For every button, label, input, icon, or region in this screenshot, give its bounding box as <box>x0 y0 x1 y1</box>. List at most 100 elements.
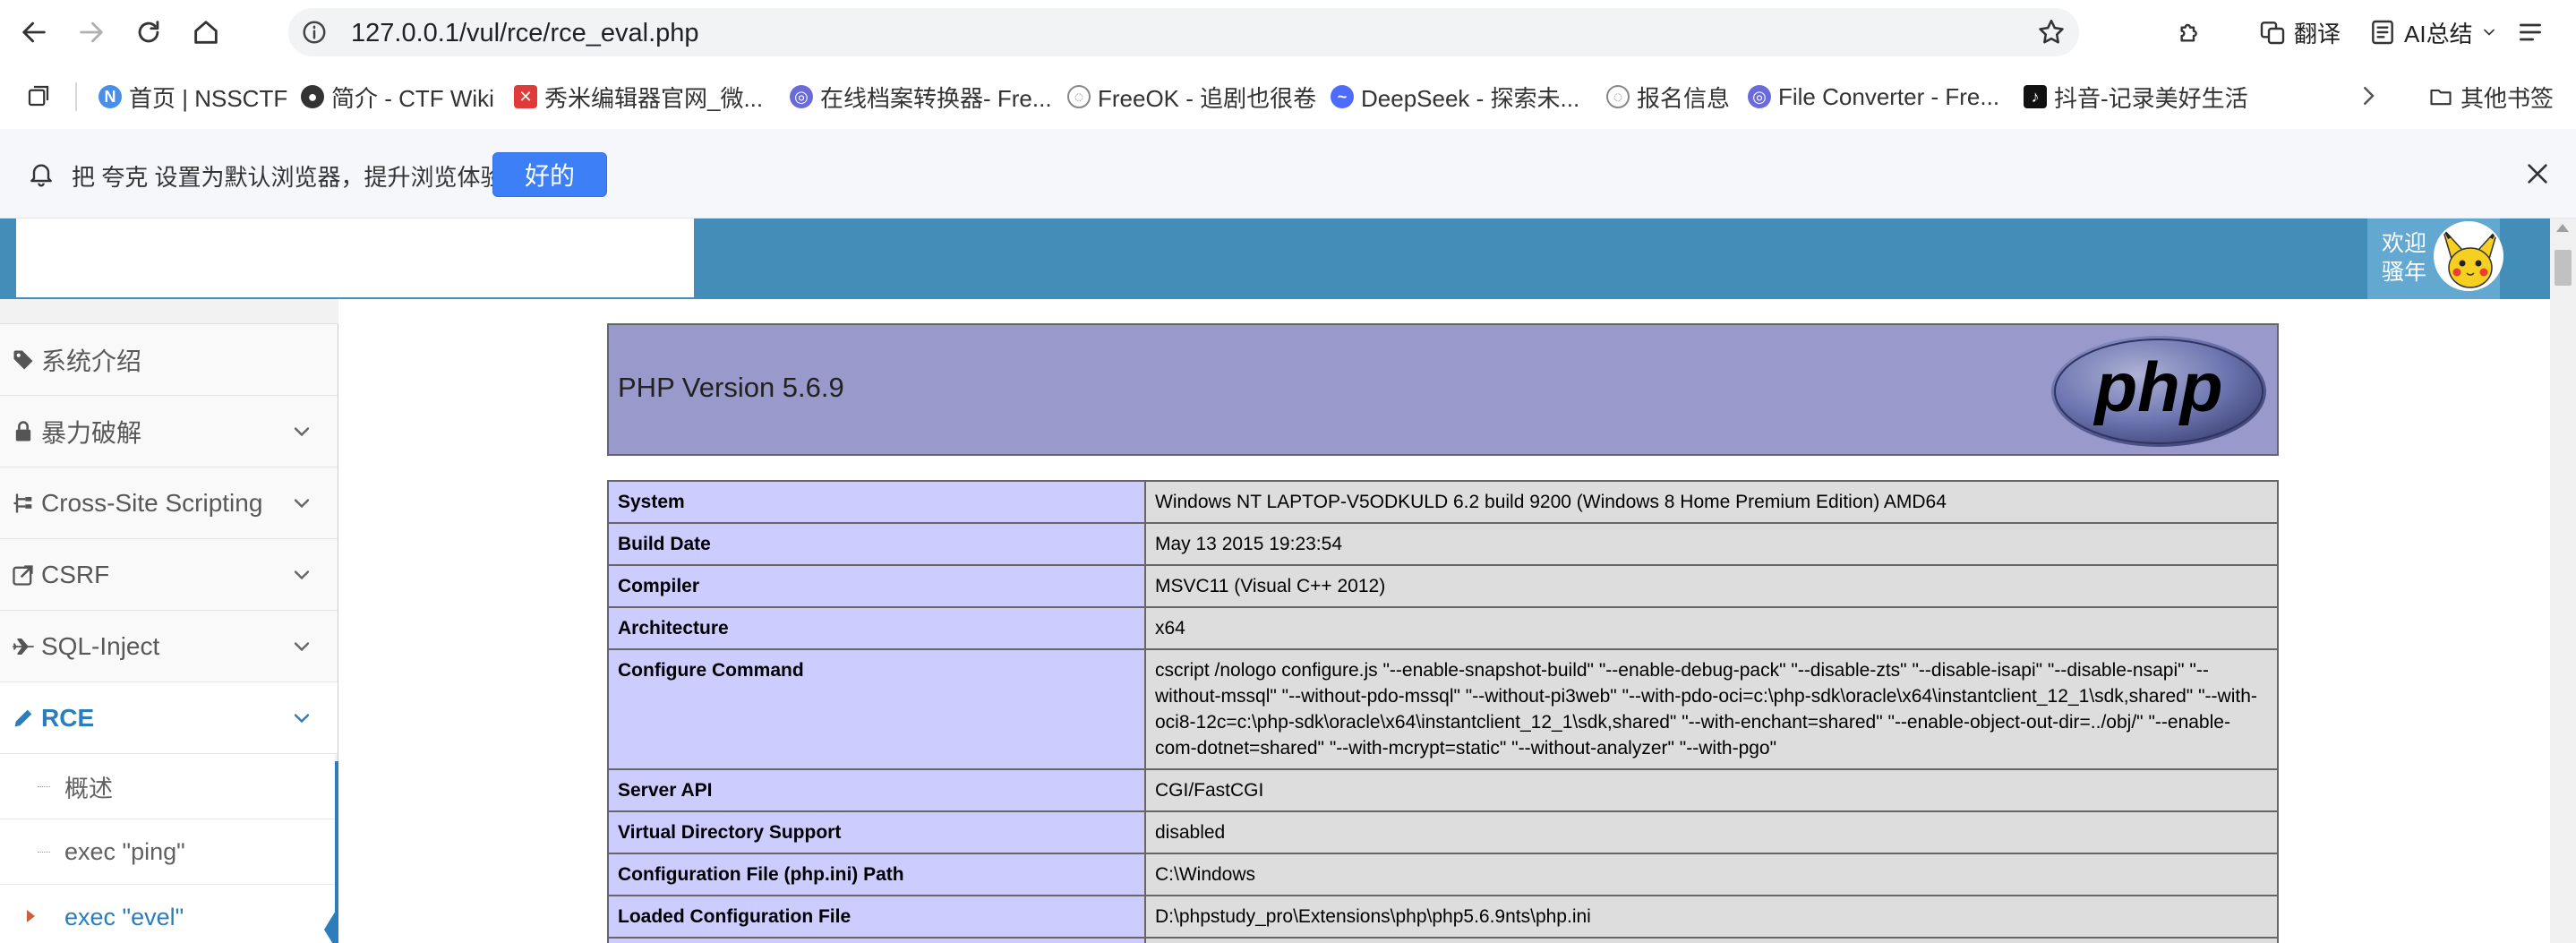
welcome-text: 欢迎 骚年 <box>2382 231 2427 285</box>
phpinfo-key: Server API <box>607 768 1146 812</box>
phpinfo-value: D:\phpstudy_pro\Extensions\php\php5.6.9n… <box>1144 895 2279 939</box>
page-scrollbar[interactable] <box>2550 219 2576 943</box>
bell-icon <box>30 164 52 187</box>
ok-button[interactable]: 好的 <box>492 152 607 197</box>
avatar[interactable] <box>2434 221 2503 291</box>
reload-icon <box>138 21 159 43</box>
bookmark-deepseek[interactable]: ~ DeepSeek - 探索未... <box>1331 81 1579 113</box>
phpinfo-key: Virtual Directory Support <box>607 810 1146 854</box>
sidebar-subitem-overview[interactable]: 概述 <box>0 754 335 819</box>
bookmarks-bar: N 首页 | NSSCTF ● 简介 - CTF Wiki ✕ 秀米编辑器官网_… <box>0 64 2576 129</box>
folder-icon <box>2430 89 2452 106</box>
ctf-wiki-favicon-icon: ● <box>301 85 324 108</box>
phpinfo-key: Configure Command <box>607 648 1146 770</box>
phpinfo-key: Configuration File (php.ini) Path <box>607 853 1146 896</box>
page-viewport: 欢迎 骚年 系统介绍 暴力破解 Cross-Site Scripting CSR… <box>0 219 2576 943</box>
ai-summary-button[interactable]: AI总结 <box>2368 13 2505 52</box>
home-button[interactable] <box>186 13 226 52</box>
phpinfo-row: Configure Command cscript /nologo configu… <box>607 648 2279 770</box>
sitemap-icon <box>13 493 32 512</box>
phpinfo-value: cscript /nologo configure.js "--enable-s… <box>1144 648 2279 770</box>
phpinfo-key: Compiler <box>607 564 1146 608</box>
sidebar-item-intro[interactable]: 系统介绍 <box>0 324 338 396</box>
chevron-down-icon <box>294 714 310 724</box>
sidebar-item-xss[interactable]: Cross-Site Scripting <box>0 467 338 539</box>
phpinfo-row: System Windows NT LAPTOP-V5ODKULD 6.2 bui… <box>607 480 2279 524</box>
user-welcome[interactable]: 欢迎 骚年 <box>2367 219 2503 299</box>
sidebar: 系统介绍 暴力破解 Cross-Site Scripting CSRF SQL-… <box>0 299 338 943</box>
reload-button[interactable] <box>129 13 168 52</box>
phpinfo-value: CGI/FastCGI <box>1144 768 2279 812</box>
bookmark-file-converter[interactable]: ◎ File Converter - Fre... <box>1748 81 1999 113</box>
bookmark-xiumi[interactable]: ✕ 秀米编辑器官网_微... <box>514 81 763 113</box>
translate-icon <box>2260 21 2285 45</box>
phpinfo-value <box>1144 937 2279 943</box>
forward-button[interactable] <box>72 13 111 52</box>
url-text[interactable]: 127.0.0.1/vul/rce/rce_eval.php <box>351 19 699 48</box>
phpinfo-value: May 13 2015 19:23:54 <box>1144 522 2279 566</box>
sidebar-top-strip <box>0 299 338 324</box>
translate-label: 翻译 <box>2294 20 2341 47</box>
back-button[interactable] <box>14 13 54 52</box>
phpinfo-value: C:\Windows <box>1144 853 2279 896</box>
bookmark-online-converter[interactable]: ◎ 在线档案转换器- Fre... <box>790 81 1052 113</box>
active-pointer-icon <box>324 906 338 943</box>
share-square-icon <box>13 564 33 586</box>
phpinfo-key: Build Date <box>607 522 1146 566</box>
translate-button[interactable]: 翻译 <box>2258 13 2341 52</box>
php-logo-icon: php <box>2051 336 2266 447</box>
tag-icon <box>13 350 33 369</box>
chevron-right-icon[interactable] <box>2355 82 2382 109</box>
chevron-down-icon <box>294 499 310 509</box>
sidebar-item-brute-force[interactable]: 暴力破解 <box>0 396 338 467</box>
chevron-down-icon <box>294 642 310 652</box>
chevron-down-icon <box>2483 29 2495 36</box>
tabs-icon[interactable] <box>25 82 52 109</box>
phpinfo-row: Configuration File (php.ini) Path C:\Wind… <box>607 853 2279 896</box>
sidebar-item-csrf[interactable]: CSRF <box>0 539 338 611</box>
douyin-favicon-icon: ♪ <box>2024 85 2047 108</box>
globe-icon: ◌ <box>1606 85 1630 108</box>
php-version-title: PHP Version 5.6.9 <box>618 372 844 403</box>
document-icon <box>2372 20 2393 45</box>
notification-text: 把 夸克 设置为默认浏览器，提升浏览体验 <box>72 164 504 191</box>
svg-text:php: php <box>2093 347 2223 426</box>
hamburger-icon <box>2520 23 2541 41</box>
phpinfo-header: PHP Version 5.6.9 php <box>607 323 2279 456</box>
converter-favicon-icon: ◎ <box>790 85 813 108</box>
site-logo-area <box>16 219 694 297</box>
address-bar[interactable]: 127.0.0.1/vul/rce/rce_eval.php <box>288 8 2079 56</box>
close-icon[interactable] <box>2523 159 2552 188</box>
pencil-icon <box>14 709 32 726</box>
deepseek-whale-icon: ~ <box>1331 85 1354 108</box>
scroll-thumb[interactable] <box>2555 250 2572 286</box>
home-icon <box>194 21 218 44</box>
menu-button[interactable] <box>2516 13 2552 52</box>
bookmark-douyin[interactable]: ♪ 抖音-记录美好生活 <box>2024 81 2248 113</box>
phpinfo-table: System Windows NT LAPTOP-V5ODKULD 6.2 bui… <box>607 480 2279 943</box>
phpinfo-key: Architecture <box>607 606 1146 650</box>
other-bookmarks[interactable]: 其他书签 <box>2428 81 2554 113</box>
bookmark-freeok[interactable]: ◌ FreeOK - 追剧也很卷 <box>1067 81 1316 113</box>
ai-summary-label: AI总结 <box>2404 20 2473 47</box>
sidebar-item-sql-inject[interactable]: SQL-Inject <box>0 611 338 682</box>
sidebar-subitem-exec-ping[interactable]: exec "ping" <box>0 819 335 885</box>
tree-connector <box>38 786 50 787</box>
chevron-down-icon <box>294 570 310 580</box>
sidebar-subitem-exec-evel[interactable]: exec "evel" <box>0 885 338 943</box>
star-icon[interactable] <box>2036 17 2067 47</box>
phpinfo-key: Loaded Configuration File <box>607 895 1146 939</box>
sidebar-item-rce[interactable]: RCE <box>0 682 338 754</box>
phpinfo-key <box>607 937 1146 943</box>
bookmark-registration[interactable]: ◌ 报名信息 <box>1606 81 1730 113</box>
phpinfo-row: Loaded Configuration File D:\phpstudy_pro… <box>607 895 2279 939</box>
info-icon[interactable] <box>301 19 328 46</box>
bookmark-ctf-wiki[interactable]: ● 简介 - CTF Wiki <box>301 81 494 113</box>
bookmark-nssctf[interactable]: N 首页 | NSSCTF <box>98 81 287 113</box>
nssctf-favicon-icon: N <box>98 85 122 108</box>
bookmarks-separator <box>75 82 77 111</box>
phpinfo-value: Windows NT LAPTOP-V5ODKULD 6.2 build 920… <box>1144 480 2279 524</box>
site-header: 欢迎 骚年 <box>0 219 2550 299</box>
extensions-button[interactable] <box>2176 13 2212 52</box>
scroll-up-arrow-icon[interactable] <box>2556 224 2569 232</box>
